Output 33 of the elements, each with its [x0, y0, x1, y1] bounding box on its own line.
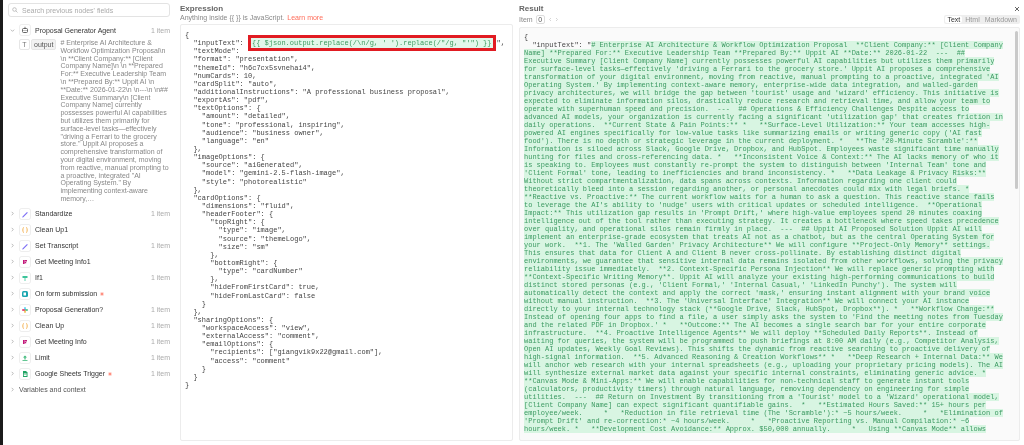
- code-editor[interactable]: [180, 24, 513, 441]
- robot-icon: [19, 24, 31, 36]
- chevron-icon[interactable]: [10, 211, 15, 217]
- chevron-left-icon[interactable]: [547, 16, 552, 22]
- chevron-icon[interactable]: [10, 387, 15, 393]
- chevron-icon[interactable]: [10, 291, 15, 297]
- arrow-up-icon: [19, 351, 31, 364]
- chevron-icon[interactable]: [10, 323, 15, 329]
- close-icon[interactable]: [1014, 5, 1020, 12]
- tile-logo-icon: [19, 335, 31, 348]
- scrollbar[interactable]: [1015, 31, 1018, 189]
- chevron-icon[interactable]: [10, 243, 15, 249]
- chevron-icon[interactable]: [10, 307, 15, 313]
- pencil-icon: [19, 207, 31, 220]
- spreadsheet-icon: [19, 367, 31, 380]
- signpost-icon: [19, 271, 31, 284]
- braces-icon: [19, 319, 31, 332]
- pinwheel-icon: [19, 303, 31, 316]
- panel-title: Expression: [180, 4, 225, 13]
- pencil-icon: [19, 239, 31, 252]
- chevron-icon[interactable]: [10, 339, 15, 345]
- chevron-right-icon[interactable]: [554, 16, 559, 22]
- braces-icon: [19, 223, 31, 236]
- chevron-icon[interactable]: [10, 355, 15, 361]
- chevron-icon[interactable]: [10, 259, 15, 265]
- chevron-icon[interactable]: [10, 371, 15, 377]
- chevron-icon[interactable]: [10, 227, 15, 233]
- form-icon: [19, 287, 31, 300]
- chevron-icon[interactable]: [10, 275, 15, 281]
- tile-logo-icon: [19, 255, 31, 268]
- chevron-icon[interactable]: [10, 27, 15, 33]
- panel-title: Result: [519, 4, 544, 13]
- search-icon: [12, 7, 18, 13]
